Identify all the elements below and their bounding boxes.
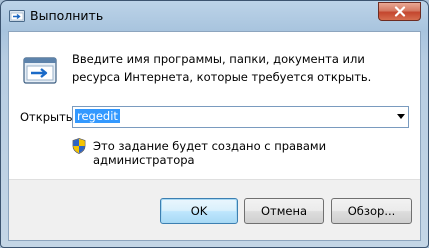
dialog-body: Введите имя программы, папки, документа … [8, 31, 421, 241]
instruction-text: Введите имя программы, папки, документа … [72, 52, 372, 84]
open-label: Открыть: [20, 110, 77, 124]
close-icon [394, 2, 406, 21]
browse-button[interactable]: Обзор... [331, 198, 412, 224]
ok-button[interactable]: OK [160, 198, 238, 224]
uac-shield-icon [72, 138, 86, 154]
chevron-down-icon[interactable] [397, 114, 405, 119]
window-title: Выполнить [30, 8, 104, 23]
open-combobox[interactable]: regedit [72, 106, 409, 128]
open-input[interactable]: regedit [75, 109, 375, 125]
admin-note: Это задание будет создано с правами адми… [93, 139, 327, 167]
run-dialog: Выполнить Введите имя программы, папки, … [0, 0, 429, 248]
title-bar[interactable]: Выполнить [1, 1, 428, 31]
run-app-icon [9, 8, 25, 24]
close-button[interactable] [378, 2, 421, 21]
selected-text: regedit [75, 109, 120, 123]
run-program-icon [23, 55, 57, 85]
cancel-button[interactable]: Отмена [244, 198, 324, 224]
